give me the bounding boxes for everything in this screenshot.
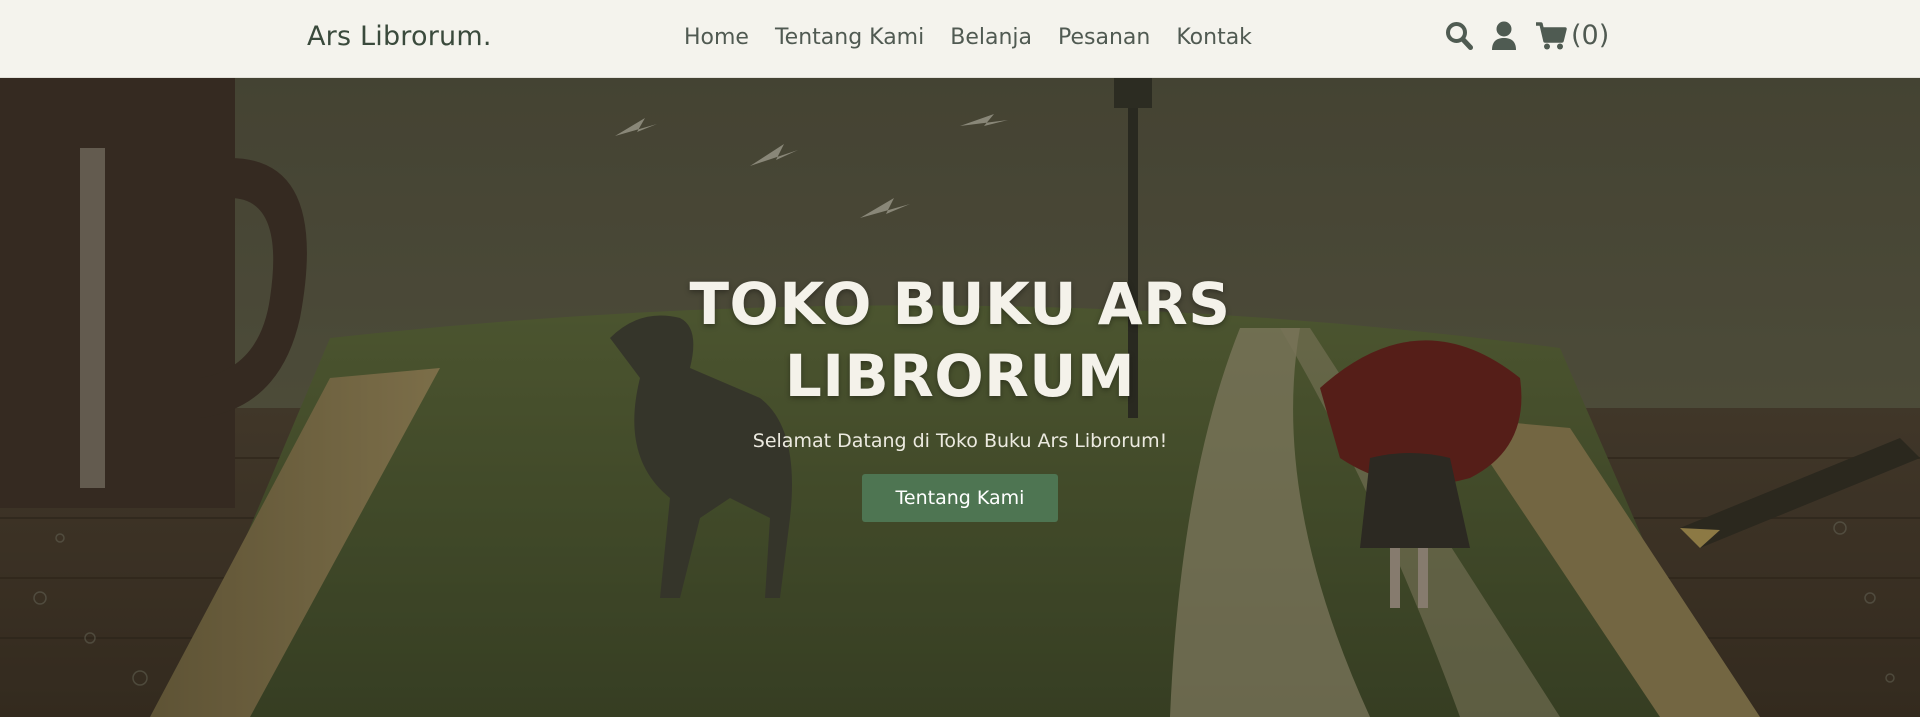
nav-icons: (0)	[1444, 20, 1609, 52]
nav-link-kontak[interactable]: Kontak	[1176, 25, 1252, 50]
main-nav: Home Tentang Kami Belanja Pesanan Kontak	[684, 25, 1278, 50]
nav-link-home[interactable]: Home	[684, 25, 749, 50]
hero-title: TOKO BUKU ARS LIBRORUM	[689, 270, 1231, 410]
navbar: Ars Librorum. Home Tentang Kami Belanja …	[0, 0, 1920, 78]
nav-link-belanja[interactable]: Belanja	[950, 25, 1032, 50]
about-us-button[interactable]: Tentang Kami	[862, 474, 1058, 522]
nav-link-pesanan[interactable]: Pesanan	[1058, 25, 1150, 50]
brand-logo[interactable]: Ars Librorum.	[307, 21, 492, 52]
cart-icon[interactable]	[1534, 20, 1568, 52]
hero-subtitle: Selamat Datang di Toko Buku Ars Librorum…	[752, 430, 1168, 452]
search-icon[interactable]	[1444, 20, 1474, 52]
user-icon[interactable]	[1490, 20, 1518, 52]
cart-count[interactable]: (0)	[1571, 20, 1609, 52]
hero-content: TOKO BUKU ARS LIBRORUM Selamat Datang di…	[0, 268, 1920, 522]
nav-link-tentang-kami[interactable]: Tentang Kami	[775, 25, 924, 50]
hero-banner: TOKO BUKU ARS LIBRORUM Selamat Datang di…	[0, 78, 1920, 717]
